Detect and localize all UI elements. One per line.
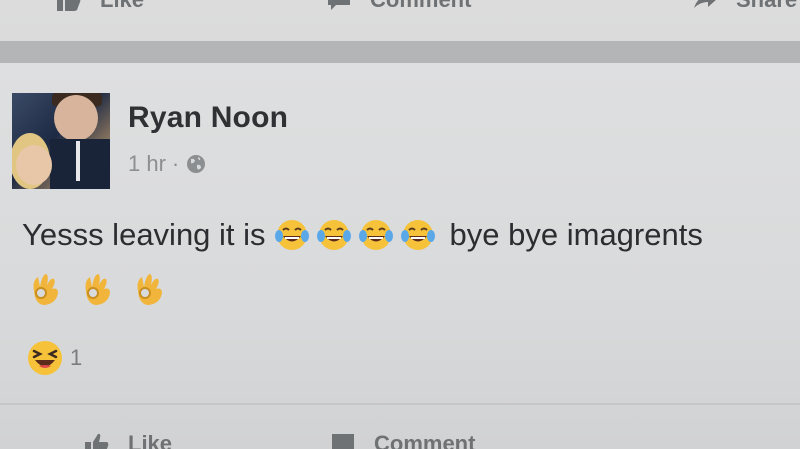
ok-hand-emoji-icon <box>137 274 162 305</box>
thumbs-up-icon <box>57 0 81 11</box>
post-text-end: bye bye imagrents <box>449 217 703 252</box>
tears-of-joy-emoji-icon <box>358 220 393 250</box>
tears-of-joy-emoji-icon <box>316 220 351 250</box>
like-label-top: Like <box>100 0 144 13</box>
post-body: Yesss leaving it is bye bye imagrents <box>22 217 703 253</box>
timestamp[interactable]: 1 hr <box>128 151 166 177</box>
reactions-summary[interactable]: 1 <box>26 339 82 377</box>
ok-emoji-row <box>28 271 166 307</box>
haha-reaction-icon <box>28 341 62 375</box>
globe-icon <box>187 155 206 173</box>
post-action-bar: Like Comment <box>0 422 800 449</box>
post-text-start: Yesss leaving it is <box>22 217 266 252</box>
ok-hand-emoji-icon <box>85 274 110 305</box>
tears-of-joy-emoji-icon <box>274 220 309 250</box>
comment-label: Comment <box>374 431 476 449</box>
tears-of-joy-emoji-icon <box>400 220 435 250</box>
reaction-count: 1 <box>70 345 83 370</box>
like-label: Like <box>128 431 173 449</box>
laughing-emoji-row <box>274 217 436 253</box>
share-button-top[interactable]: Share <box>692 0 797 13</box>
share-label-top: Share <box>736 0 797 13</box>
comment-button[interactable]: Comment <box>330 431 475 449</box>
card-divider <box>0 403 800 405</box>
thumbs-up-icon <box>85 433 109 449</box>
screenshot-page: Like Comment Share Ryan Noon 1 hr <box>0 0 800 449</box>
post-meta: 1 hr · <box>128 151 207 177</box>
previous-post-action-bar: Like Comment Share <box>0 0 800 22</box>
comment-icon <box>332 434 354 449</box>
avatar[interactable] <box>12 93 110 189</box>
like-button[interactable]: Like <box>84 431 172 449</box>
author-name[interactable]: Ryan Noon <box>128 101 288 135</box>
comment-button-top[interactable]: Comment <box>326 0 471 13</box>
comment-icon <box>328 0 350 10</box>
share-icon <box>694 0 716 8</box>
meta-separator: · <box>171 151 180 176</box>
feed-divider <box>0 41 800 63</box>
like-button-top[interactable]: Like <box>56 0 144 13</box>
ok-hand-emoji-icon <box>33 274 58 305</box>
post-card: Ryan Noon 1 hr · Yesss leaving it is bye… <box>0 63 800 449</box>
comment-label-top: Comment <box>370 0 471 13</box>
